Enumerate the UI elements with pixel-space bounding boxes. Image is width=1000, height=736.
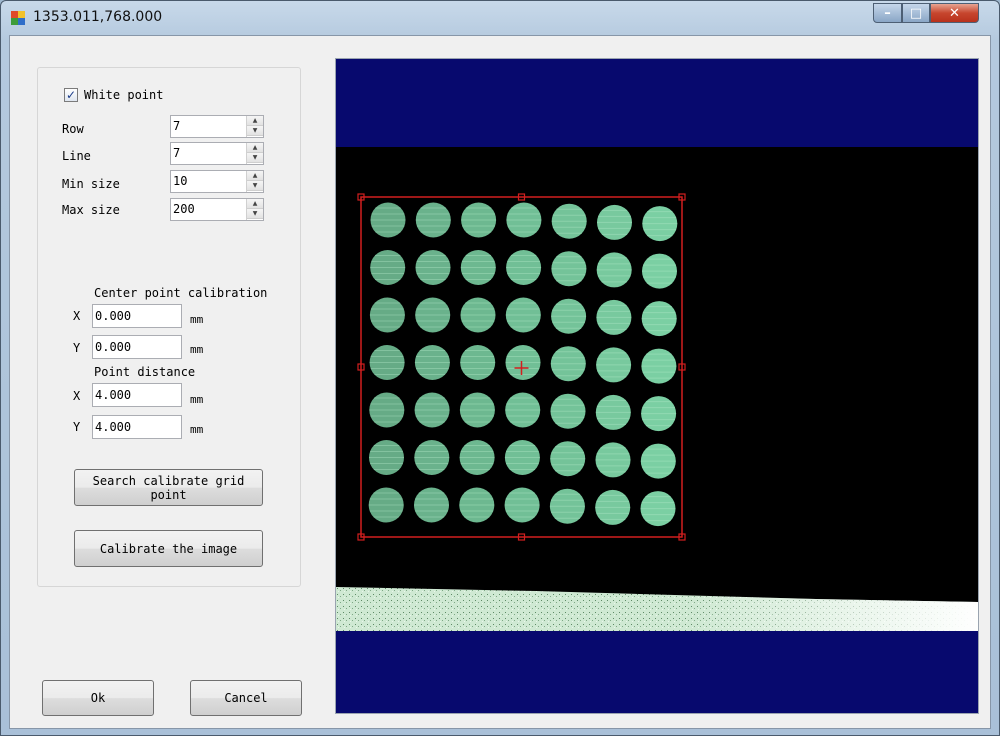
min-size-stepper[interactable]: 10 ▲ ▼ <box>170 170 264 193</box>
line-stepper[interactable]: 7 ▲ ▼ <box>170 142 264 165</box>
minimize-button[interactable]: – <box>873 3 902 23</box>
distance-y-value: 4.000 <box>95 420 132 434</box>
center-x-label: X <box>73 309 81 323</box>
close-button[interactable]: ✕ <box>930 3 979 23</box>
center-y-value: 0.000 <box>95 340 132 354</box>
max-size-label: Max size <box>62 203 120 217</box>
spin-up-icon[interactable]: ▲ <box>247 171 263 181</box>
center-y-label: Y <box>73 341 81 355</box>
line-value: 7 <box>173 146 181 160</box>
spin-down-icon[interactable]: ▼ <box>247 153 263 163</box>
spin-up-icon[interactable]: ▲ <box>247 199 263 209</box>
top-blue-band <box>336 59 978 147</box>
center-y-input[interactable]: 0.000 <box>92 335 182 359</box>
white-point-checkbox[interactable]: ✓ <box>64 88 78 102</box>
distance-y-unit: mm <box>190 423 204 436</box>
maximize-button[interactable]: □ <box>902 3 930 23</box>
dialog-client-area: ✓ White point Row 7 ▲ ▼ Line 7 ▲ ▼ Min siz… <box>9 35 991 729</box>
camera-image-view[interactable] <box>335 58 979 714</box>
distance-x-unit: mm <box>190 393 204 406</box>
title-bar[interactable]: 1353.011,768.000 – □ ✕ <box>1 1 1000 35</box>
center-x-value: 0.000 <box>95 309 132 323</box>
distance-x-value: 4.000 <box>95 388 132 402</box>
distance-y-input[interactable]: 4.000 <box>92 415 182 439</box>
calibrate-image-button[interactable]: Calibrate the image <box>74 530 263 567</box>
bottom-blue-band <box>336 631 978 713</box>
checkmark-icon: ✓ <box>65 88 77 102</box>
dialog-window: 1353.011,768.000 – □ ✕ ✓ White point Row… <box>0 0 1000 736</box>
spin-down-icon[interactable]: ▼ <box>247 181 263 191</box>
max-size-stepper[interactable]: 200 ▲ ▼ <box>170 198 264 221</box>
distance-x-input[interactable]: 4.000 <box>92 383 182 407</box>
calibration-image <box>336 59 978 713</box>
min-size-value: 10 <box>173 174 188 188</box>
spin-down-icon[interactable]: ▼ <box>247 209 263 219</box>
spin-down-icon[interactable]: ▼ <box>247 126 263 136</box>
point-distance-title: Point distance <box>94 365 196 379</box>
app-icon <box>11 11 25 25</box>
center-x-input[interactable]: 0.000 <box>92 304 182 328</box>
max-size-value: 200 <box>173 202 195 216</box>
center-y-unit: mm <box>190 343 204 356</box>
cancel-button[interactable]: Cancel <box>190 680 302 716</box>
spin-up-icon[interactable]: ▲ <box>247 116 263 126</box>
spin-up-icon[interactable]: ▲ <box>247 143 263 153</box>
center-x-unit: mm <box>190 313 204 326</box>
center-calibration-title: Center point calibration <box>94 286 268 300</box>
ok-button[interactable]: Ok <box>42 680 154 716</box>
row-stepper[interactable]: 7 ▲ ▼ <box>170 115 264 138</box>
distance-x-label: X <box>73 389 81 403</box>
distance-y-label: Y <box>73 420 81 434</box>
window-title: 1353.011,768.000 <box>33 9 163 25</box>
row-value: 7 <box>173 119 181 133</box>
row-label: Row <box>62 122 84 136</box>
line-label: Line <box>62 149 91 163</box>
search-calibrate-grid-point-button[interactable]: Search calibrate grid point <box>74 469 263 506</box>
min-size-label: Min size <box>62 177 120 191</box>
white-point-label: White point <box>84 88 164 102</box>
